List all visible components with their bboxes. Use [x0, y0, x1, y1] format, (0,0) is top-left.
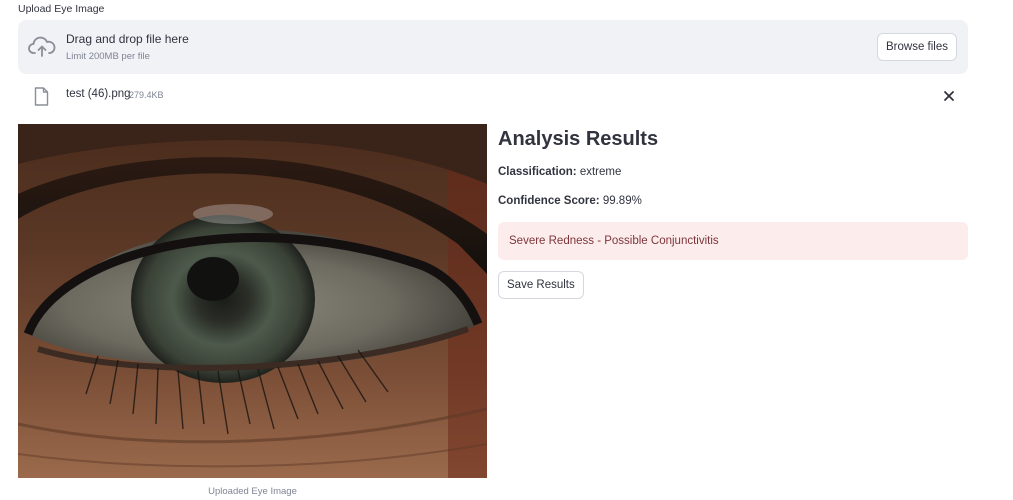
classification-value: extreme — [579, 166, 622, 178]
results-title: Analysis Results — [498, 128, 659, 150]
uploaded-eye-image — [18, 124, 487, 478]
browse-files-button[interactable]: Browse files — [877, 33, 957, 61]
close-icon[interactable] — [942, 89, 956, 103]
save-results-button[interactable]: Save Results — [498, 271, 584, 299]
file-dropzone[interactable]: Drag and drop file here Limit 200MB per … — [18, 20, 968, 74]
image-caption: Uploaded Eye Image — [208, 486, 297, 497]
confidence-value: 99.89% — [602, 195, 642, 207]
app-page: Upload Eye Image Drag and drop file here… — [0, 0, 1013, 500]
file-size: 279.4KB — [129, 90, 164, 100]
eye-photo-icon — [18, 124, 487, 478]
uploaded-file-row: test (46).png 279.4KB — [18, 84, 968, 110]
dropzone-title: Drag and drop file here — [66, 32, 189, 46]
file-icon — [34, 87, 49, 106]
file-name: test (46).png — [66, 88, 131, 100]
classification-label: Classification: — [498, 166, 577, 178]
cloud-upload-icon — [28, 36, 56, 57]
upload-label: Upload Eye Image — [18, 3, 105, 15]
confidence-line: Confidence Score: 99.89% — [498, 195, 642, 207]
dropzone-limit: Limit 200MB per file — [66, 51, 150, 62]
classification-line: Classification: extreme — [498, 166, 621, 178]
redness-alert: Severe Redness - Possible Conjunctivitis — [498, 222, 968, 260]
confidence-label: Confidence Score: — [498, 195, 600, 207]
